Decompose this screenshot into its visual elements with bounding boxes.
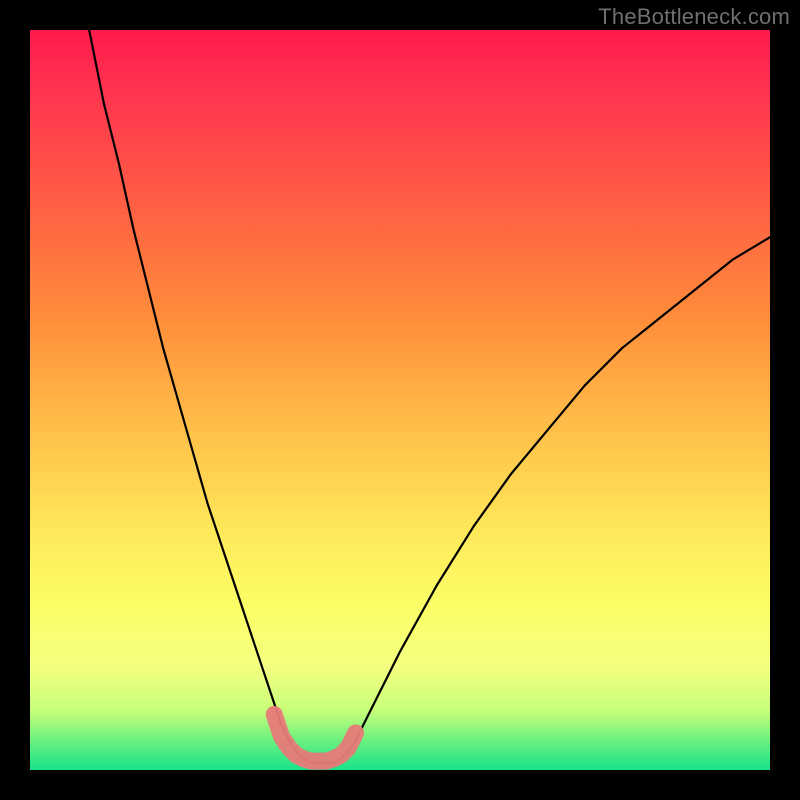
optimal-range-markers: [274, 715, 355, 762]
plot-area: [30, 30, 770, 770]
bottleneck-curve: [89, 30, 770, 763]
watermark-text: TheBottleneck.com: [598, 4, 790, 30]
chart-frame: TheBottleneck.com: [0, 0, 800, 800]
curve-layer: [30, 30, 770, 770]
